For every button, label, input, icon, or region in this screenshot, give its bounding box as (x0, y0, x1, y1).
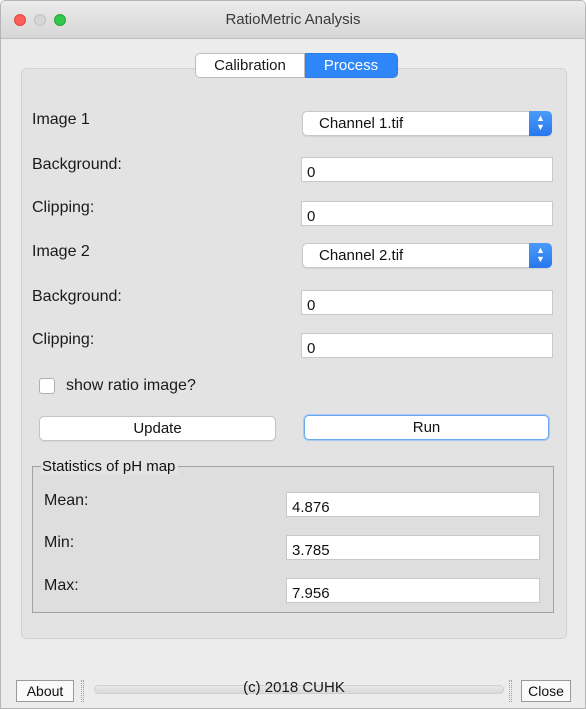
image2-background-label: Background: (32, 288, 122, 305)
image1-label: Image 1 (32, 111, 90, 128)
max-value-field[interactable]: 7.956 (286, 578, 540, 603)
tab-calibration[interactable]: Calibration (195, 53, 305, 78)
copyright-text: (c) 2018 CUHK (243, 679, 345, 696)
image1-background-label: Background: (32, 156, 122, 173)
image2-background-field[interactable]: 0 (301, 290, 553, 315)
image1-clipping-label: Clipping: (32, 199, 95, 216)
title-bar[interactable]: RatioMetric Analysis (1, 1, 585, 39)
window-title: RatioMetric Analysis (225, 11, 361, 28)
updown-chevron-icon: ▲ ▼ (529, 111, 552, 136)
update-button[interactable]: Update (39, 416, 276, 441)
image2-clipping-label: Clipping: (32, 331, 95, 348)
show-ratio-label: show ratio image? (66, 377, 196, 394)
image1-select[interactable]: Channel 1.tif ▲ ▼ (302, 111, 552, 136)
tab-bar: Calibration Process (195, 53, 398, 78)
min-value-field[interactable]: 3.785 (286, 535, 540, 560)
run-button[interactable]: Run (304, 415, 549, 440)
min-label: Min: (44, 534, 75, 551)
updown-chevron-icon: ▲ ▼ (529, 243, 552, 268)
statistics-group-title: Statistics of pH map (41, 458, 179, 475)
app-window: RatioMetric Analysis Calibration Process… (0, 0, 586, 709)
tab-process[interactable]: Process (305, 53, 398, 78)
image2-label: Image 2 (32, 243, 90, 260)
max-label: Max: (44, 577, 79, 594)
image1-clipping-field[interactable]: 0 (301, 201, 553, 226)
image1-background-field[interactable]: 0 (301, 157, 553, 182)
splitter-handle[interactable] (509, 680, 512, 702)
mean-value-field[interactable]: 4.876 (286, 492, 540, 517)
image2-select[interactable]: Channel 2.tif ▲ ▼ (302, 243, 552, 268)
show-ratio-checkbox[interactable] (39, 378, 55, 394)
close-button[interactable]: Close (521, 680, 571, 702)
image1-selected-value: Channel 1.tif (319, 115, 404, 132)
image2-selected-value: Channel 2.tif (319, 247, 404, 264)
mean-label: Mean: (44, 492, 89, 509)
image2-clipping-field[interactable]: 0 (301, 333, 553, 358)
